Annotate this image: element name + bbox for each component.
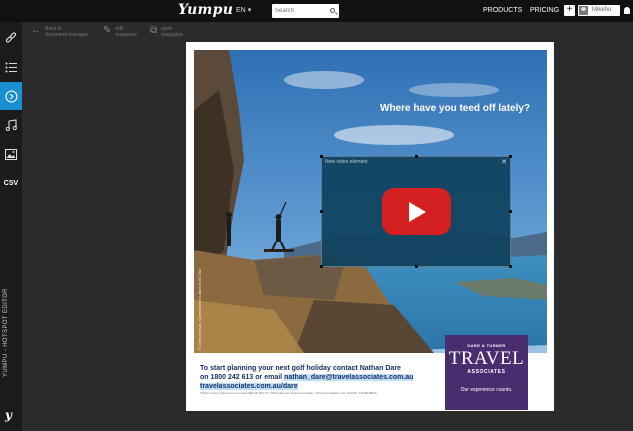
yumpu-small-logo[interactable]: y bbox=[5, 408, 12, 422]
ad-call-to-action: To start planning your next golf holiday… bbox=[200, 364, 414, 391]
edit-line2: magazine bbox=[115, 32, 138, 38]
brand-tagline: Our experience counts. bbox=[460, 387, 513, 393]
brand-main-text: TRAVEL bbox=[448, 348, 525, 369]
bell-icon[interactable] bbox=[624, 7, 630, 14]
hotspot-editor-label: YUMPU - HOTSPOT EDITOR bbox=[3, 288, 9, 377]
search-box bbox=[272, 4, 339, 18]
cta-line1: To start planning your next golf holiday… bbox=[200, 365, 401, 372]
edit-magazine-button[interactable]: ✎ edit magazine bbox=[103, 25, 138, 39]
resize-handle-top[interactable] bbox=[415, 155, 418, 158]
top-bar: Yumpu EN ▾ PRODUCTS PRICING + Mikeho bbox=[0, 0, 633, 22]
video-element-label: New video element bbox=[325, 159, 368, 165]
add-button[interactable]: + bbox=[564, 5, 575, 16]
sidebar-item-image[interactable] bbox=[0, 140, 22, 168]
sidebar-item-video[interactable] bbox=[0, 82, 22, 110]
open-magazine-button[interactable]: ⧉ open magazine bbox=[150, 25, 183, 39]
website-link[interactable]: travelassociates.com.au/dare bbox=[200, 383, 298, 390]
sidebar-item-csv[interactable]: CSV bbox=[0, 169, 22, 197]
language-selector[interactable]: EN ▾ bbox=[236, 6, 251, 14]
user-menu[interactable]: Mikeho bbox=[578, 5, 620, 16]
resize-handle-right[interactable] bbox=[509, 210, 512, 213]
close-icon[interactable]: ✕ bbox=[501, 158, 507, 166]
back-line2: document manager bbox=[45, 32, 89, 38]
search-input[interactable] bbox=[275, 5, 327, 17]
nav-pricing-link[interactable]: PRICING bbox=[530, 7, 559, 14]
editor-toolbar: ← Back to document manager ✎ edit magazi… bbox=[22, 22, 633, 44]
pencil-icon: ✎ bbox=[103, 25, 112, 36]
brand-sub-text: ASSOCIATES bbox=[467, 369, 506, 375]
resize-handle-top-left[interactable] bbox=[320, 155, 323, 158]
image-icon bbox=[5, 148, 17, 160]
csv-icon: CSV bbox=[3, 179, 19, 187]
username: Mikeho bbox=[592, 7, 612, 13]
arrow-left-icon: ← bbox=[31, 25, 41, 36]
photo-credit: © Chris Gibson, Queenstown Lakes Golf Cl… bbox=[197, 268, 202, 350]
back-to-document-manager-button[interactable]: ← Back to document manager bbox=[31, 25, 89, 39]
chevron-down-icon: ▾ bbox=[247, 7, 252, 14]
music-icon bbox=[5, 119, 17, 131]
yumpu-logo[interactable]: Yumpu bbox=[178, 2, 233, 18]
chevron-right-circle-icon bbox=[4, 89, 18, 103]
list-icon bbox=[5, 62, 17, 72]
travel-associates-logo: DARE & TURNER TRAVEL ASSOCIATES Our expe… bbox=[445, 335, 528, 410]
resize-handle-bottom[interactable] bbox=[415, 265, 418, 268]
sidebar-item-link[interactable] bbox=[0, 24, 22, 52]
external-link-icon: ⧉ bbox=[150, 25, 158, 36]
resize-handle-bottom-left[interactable] bbox=[320, 265, 323, 268]
resize-handle-top-right[interactable] bbox=[509, 155, 512, 158]
search-icon[interactable] bbox=[330, 8, 335, 13]
sidebar-item-audio[interactable] bbox=[0, 111, 22, 139]
nav-products-link[interactable]: PRODUCTS bbox=[483, 7, 522, 14]
resize-handle-left[interactable] bbox=[320, 210, 323, 213]
email-link[interactable]: nathan_dare@travelassociates.com.au bbox=[284, 374, 414, 381]
resize-handle-bottom-right[interactable] bbox=[509, 265, 512, 268]
youtube-play-icon[interactable] bbox=[382, 188, 451, 235]
fine-print: *Flight Centre Travel Group Limited ABN … bbox=[200, 391, 377, 395]
video-element[interactable]: New video element ✕ bbox=[320, 155, 512, 268]
ad-headline: Where have you teed off lately? bbox=[380, 103, 531, 114]
language-label: EN bbox=[236, 7, 246, 14]
link-icon bbox=[5, 32, 17, 43]
avatar bbox=[579, 6, 588, 15]
cta-line2-text: on 1800 242 613 or email bbox=[200, 374, 285, 381]
sidebar-item-list[interactable] bbox=[0, 53, 22, 81]
sidebar: CSV YUMPU - HOTSPOT EDITOR y bbox=[0, 22, 22, 431]
open-line2: magazine bbox=[161, 32, 183, 38]
